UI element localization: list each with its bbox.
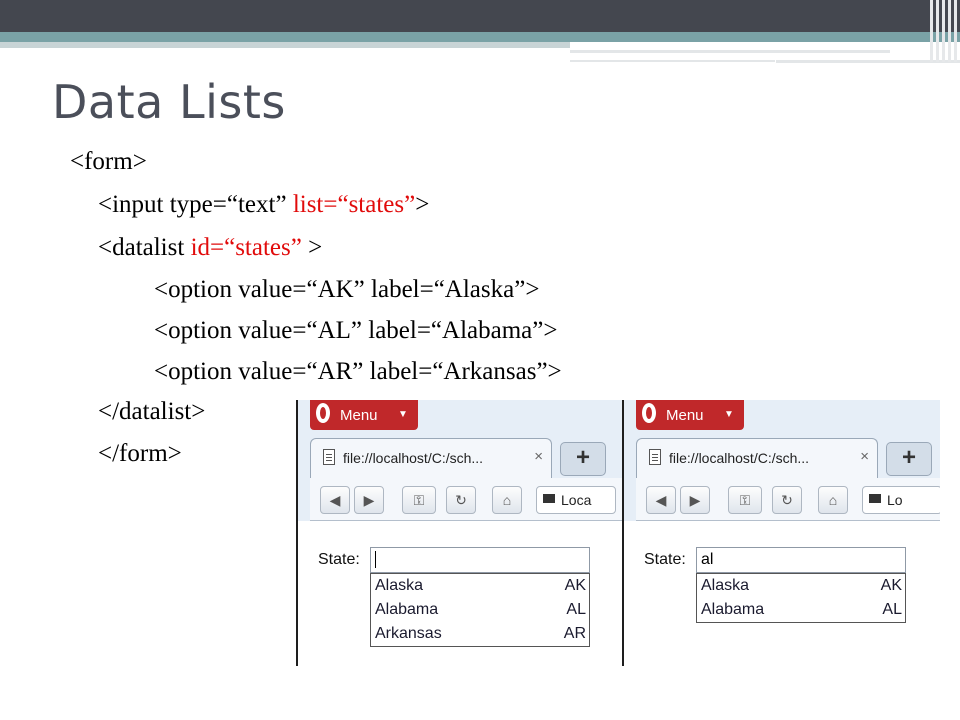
- new-tab-button[interactable]: +: [886, 442, 932, 476]
- option-label: Alaska: [701, 577, 750, 594]
- page-content: State: Alaska AK Alabama AL Arkansas AR: [298, 521, 624, 666]
- state-input[interactable]: [370, 547, 590, 573]
- top-dark-bar: [0, 0, 960, 32]
- option-value: AR: [563, 625, 586, 642]
- home-icon[interactable]: ⌂: [492, 486, 522, 514]
- state-label: State:: [644, 551, 686, 568]
- back-arrow-icon[interactable]: ◀: [646, 486, 676, 514]
- datalist-option[interactable]: Alaska AK: [371, 574, 589, 598]
- page-content: State: al Alaska AK Alabama AL: [624, 521, 940, 666]
- forward-arrow-icon[interactable]: ▶: [680, 486, 710, 514]
- code-text: <form>: [70, 148, 147, 175]
- key-icon[interactable]: ⚿: [402, 486, 436, 514]
- code-text: <input type=“text”: [98, 191, 293, 218]
- code-text: <datalist: [98, 234, 191, 261]
- menu-label: Menu: [340, 407, 378, 424]
- code-line: <form>: [70, 148, 147, 176]
- tab-title: file://localhost/C:/sch...: [669, 450, 810, 466]
- code-attr-highlight: list=“states”: [292, 191, 416, 218]
- option-label: Alabama: [375, 601, 439, 618]
- opera-logo-icon: [316, 403, 330, 423]
- chevron-down-icon: ▼: [398, 409, 408, 420]
- opera-menu-button[interactable]: Menu ▼: [310, 400, 418, 430]
- new-tab-button[interactable]: +: [560, 442, 606, 476]
- code-line: <input type=“text” list=“states”>: [98, 191, 429, 219]
- option-value: AK: [564, 577, 586, 594]
- code-attr-highlight: id=“states”: [190, 234, 302, 261]
- code-text: </datalist>: [98, 398, 206, 425]
- page-icon: [649, 449, 661, 465]
- address-text: Loca: [561, 492, 592, 508]
- text-caret: [375, 551, 376, 568]
- code-line: </datalist>: [98, 398, 205, 426]
- option-label: Arkansas: [375, 625, 442, 642]
- state-input[interactable]: al: [696, 547, 906, 573]
- datalist-option[interactable]: Alaska AK: [697, 574, 905, 598]
- state-label: State:: [318, 551, 360, 568]
- code-line: <option value=“AK” label=“Alaska”>: [154, 276, 539, 304]
- option-label: Alaska: [375, 577, 424, 594]
- option-label: Alabama: [701, 601, 765, 618]
- datalist-dropdown: Alaska AK Alabama AL: [696, 573, 906, 623]
- top-teal-bar: [0, 32, 960, 42]
- opera-logo-icon: [642, 403, 656, 423]
- code-text: </form>: [98, 440, 182, 467]
- code-line: <option value=“AR” label=“Arkansas”>: [154, 358, 562, 386]
- code-text: <option value=“AK” label=“Alaska”>: [154, 276, 540, 303]
- decor-line: [570, 50, 890, 53]
- code-text: >: [301, 234, 323, 261]
- option-value: AL: [882, 601, 902, 618]
- address-bar[interactable]: Loca: [536, 486, 616, 514]
- close-icon[interactable]: ×: [860, 448, 869, 465]
- close-icon[interactable]: ×: [534, 448, 543, 465]
- address-icon: [869, 494, 881, 503]
- datalist-dropdown: Alaska AK Alabama AL Arkansas AR: [370, 573, 590, 647]
- top-gray-bar: [0, 42, 570, 48]
- opera-menu-button[interactable]: Menu ▼: [636, 400, 744, 430]
- slide-title: Data Lists: [52, 75, 286, 129]
- datalist-option[interactable]: Alabama AL: [371, 598, 589, 622]
- browser-screenshot-filtered: Menu ▼ file://localhost/C:/sch... × + ◀ …: [622, 400, 940, 666]
- browser-toolbar: ◀ ▶ ⚿ ↻ ⌂ Loca: [310, 478, 624, 521]
- datalist-option[interactable]: Alabama AL: [697, 598, 905, 622]
- browser-tab[interactable]: file://localhost/C:/sch... ×: [636, 438, 878, 479]
- back-arrow-icon[interactable]: ◀: [320, 486, 350, 514]
- reload-icon[interactable]: ↻: [772, 486, 802, 514]
- decor-corner-lines: [930, 0, 960, 62]
- datalist-option[interactable]: Arkansas AR: [371, 622, 589, 646]
- option-value: AK: [880, 577, 902, 594]
- option-value: AL: [566, 601, 586, 618]
- browser-toolbar: ◀ ▶ ⚿ ↻ ⌂ Lo: [636, 478, 940, 521]
- menu-label: Menu: [666, 407, 704, 424]
- address-icon: [543, 494, 555, 503]
- reload-icon[interactable]: ↻: [446, 486, 476, 514]
- tab-title: file://localhost/C:/sch...: [343, 450, 484, 466]
- forward-arrow-icon[interactable]: ▶: [354, 486, 384, 514]
- code-text: >: [415, 191, 430, 218]
- decor-line: [570, 60, 775, 62]
- code-line: </form>: [98, 440, 182, 468]
- browser-screenshot-empty: Menu ▼ file://localhost/C:/sch... × + ◀ …: [296, 400, 624, 666]
- browser-tab[interactable]: file://localhost/C:/sch... ×: [310, 438, 552, 479]
- page-icon: [323, 449, 335, 465]
- code-line: <option value=“AL” label=“Alabama”>: [154, 317, 557, 345]
- code-text: <option value=“AL” label=“Alabama”>: [154, 317, 558, 344]
- home-icon[interactable]: ⌂: [818, 486, 848, 514]
- code-text: <option value=“AR” label=“Arkansas”>: [154, 358, 562, 385]
- code-line: <datalist id=“states” >: [98, 234, 322, 262]
- address-bar[interactable]: Lo: [862, 486, 940, 514]
- chevron-down-icon: ▼: [724, 409, 734, 420]
- key-icon[interactable]: ⚿: [728, 486, 762, 514]
- address-text: Lo: [887, 492, 903, 508]
